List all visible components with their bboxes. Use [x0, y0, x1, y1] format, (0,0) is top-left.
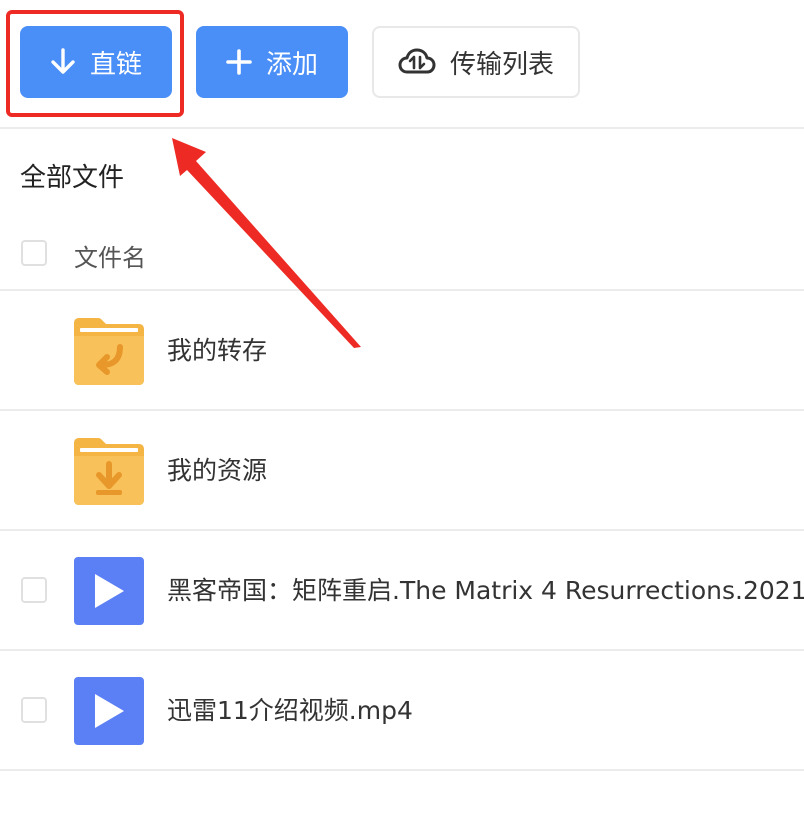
add-button[interactable]: 添加 — [196, 26, 348, 98]
file-name[interactable]: 我的转存 — [167, 331, 804, 367]
folder-download-icon — [74, 437, 144, 505]
table-header: 文件名 — [0, 226, 804, 280]
add-label: 添加 — [265, 49, 318, 80]
transfer-list-label: 传输列表 — [449, 49, 554, 80]
row-checkbox[interactable] — [21, 577, 47, 603]
select-all-checkbox[interactable] — [21, 240, 47, 266]
highlight-box — [6, 10, 184, 117]
breadcrumb[interactable]: 全部文件 — [20, 157, 124, 194]
column-header-filename: 文件名 — [74, 244, 146, 272]
file-name[interactable]: 我的资源 — [167, 451, 804, 487]
file-name[interactable]: 黑客帝国：矩阵重启.The Matrix 4 Resurrections.202… — [167, 571, 804, 607]
divider — [0, 127, 804, 129]
file-row[interactable]: 黑客帝国：矩阵重启.The Matrix 4 Resurrections.202… — [0, 531, 804, 649]
toolbar: 直链 添加 传输列表 — [0, 0, 804, 128]
video-play-icon — [74, 557, 144, 625]
file-row[interactable]: 我的资源 — [0, 411, 804, 529]
file-row[interactable]: 我的转存 — [0, 291, 804, 409]
transfer-list-button[interactable]: 传输列表 — [372, 26, 580, 98]
cloud-transfer-icon — [398, 48, 436, 76]
divider — [0, 769, 804, 771]
row-checkbox[interactable] — [21, 697, 47, 723]
folder-transfer-icon — [74, 317, 144, 385]
plus-icon — [226, 49, 252, 75]
video-play-icon — [74, 677, 144, 745]
file-row[interactable]: 迅雷11介绍视频.mp4 — [0, 651, 804, 769]
file-name[interactable]: 迅雷11介绍视频.mp4 — [167, 691, 804, 727]
